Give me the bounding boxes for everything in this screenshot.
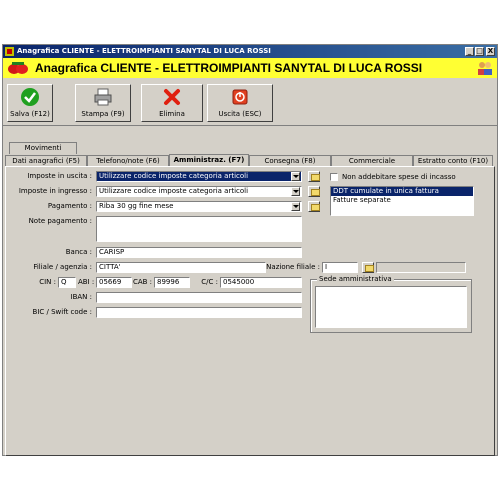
exit-label: Uscita (ESC): [218, 110, 262, 118]
power-icon: [232, 89, 248, 105]
delete-label: Elimina: [159, 110, 185, 118]
print-label: Stampa (F9): [81, 110, 125, 118]
abi-label: ABI :: [78, 278, 95, 286]
delete-button[interactable]: Elimina: [141, 84, 203, 122]
note-pagamento-label: Note pagamento :: [28, 217, 92, 225]
minimize-button[interactable]: _: [465, 47, 474, 56]
imposte-uscita-label: Imposte in uscita :: [27, 172, 92, 180]
banca-input[interactable]: CARISP: [96, 247, 302, 258]
banca-label: Banca :: [65, 248, 92, 256]
bic-label: BIC / Swift code :: [32, 308, 92, 316]
save-label: Salva (F12): [10, 110, 50, 118]
imposte-uscita-folder-icon[interactable]: [308, 171, 320, 182]
close-button[interactable]: X: [486, 47, 495, 56]
pagamento-label: Pagamento :: [47, 202, 92, 210]
delete-x-icon: [164, 89, 180, 105]
printer-icon: [94, 88, 112, 106]
imposte-ingresso-folder-icon[interactable]: [308, 186, 320, 197]
sede-amministrativa-textarea[interactable]: [315, 286, 467, 328]
nazione-filiale-folder-icon[interactable]: [362, 262, 374, 273]
non-addebitare-checkbox[interactable]: [330, 173, 338, 181]
application-window: Anagrafica CLIENTE - ELETTROIMPIANTI SAN…: [2, 44, 498, 456]
bic-input[interactable]: [96, 307, 302, 318]
imposte-ingresso-select[interactable]: Utilizzare codice imposte categoria arti…: [96, 186, 302, 197]
users-icon[interactable]: [477, 61, 493, 75]
nazione-filiale-description: [376, 262, 466, 273]
imposte-uscita-dropdown-button[interactable]: [291, 172, 300, 181]
imposte-uscita-select[interactable]: Utilizzare codice imposte categoria arti…: [96, 171, 302, 182]
header-banner: Anagrafica CLIENTE - ELETTROIMPIANTI SAN…: [3, 58, 497, 78]
cab-input[interactable]: 89996: [154, 277, 190, 288]
pagamento-folder-icon[interactable]: [308, 201, 320, 212]
title-bar: Anagrafica CLIENTE - ELETTROIMPIANTI SAN…: [3, 45, 497, 58]
nazione-filiale-label: Nazione filiale :: [266, 263, 320, 271]
window-title: Anagrafica CLIENTE - ELETTROIMPIANTI SAN…: [17, 47, 271, 55]
exit-button[interactable]: Uscita (ESC): [207, 84, 273, 122]
filiale-label: Filiale / agenzia :: [33, 263, 92, 271]
imposte-ingresso-label: Imposte in ingresso :: [18, 187, 92, 195]
iban-input[interactable]: [96, 292, 302, 303]
checkmark-icon: [21, 88, 39, 106]
fatturazione-listbox[interactable]: DDT cumulate in unica fattura Fatture se…: [330, 186, 474, 216]
cin-label: CIN :: [39, 278, 56, 286]
tab-movimenti[interactable]: Movimenti: [9, 142, 77, 154]
pagamento-select[interactable]: Riba 30 gg fine mese: [96, 201, 302, 212]
imposte-ingresso-dropdown-button[interactable]: [291, 187, 300, 196]
save-button[interactable]: Salva (F12): [7, 84, 53, 122]
strawberry-logo-icon: [8, 62, 28, 74]
sede-amministrativa-group: Sede amministrativa: [310, 275, 472, 333]
note-pagamento-textarea[interactable]: [96, 216, 302, 242]
nazione-filiale-input[interactable]: I: [322, 262, 358, 273]
sede-amministrativa-label: Sede amministrativa: [317, 275, 394, 283]
abi-input[interactable]: 05669: [96, 277, 132, 288]
print-button[interactable]: Stampa (F9): [75, 84, 131, 122]
iban-label: IBAN :: [70, 293, 92, 301]
list-item[interactable]: DDT cumulate in unica fattura: [331, 187, 473, 196]
list-item[interactable]: Fatture separate: [331, 196, 473, 205]
app-icon: [5, 47, 14, 56]
amministrazione-panel: Imposte in uscita : Utilizzare codice im…: [5, 166, 495, 456]
cc-label: C/C :: [201, 278, 218, 286]
header-title: Anagrafica CLIENTE - ELETTROIMPIANTI SAN…: [35, 61, 423, 75]
maximize-button[interactable]: □: [475, 47, 484, 56]
cin-input[interactable]: Q: [58, 277, 76, 288]
pagamento-dropdown-button[interactable]: [291, 202, 300, 211]
filiale-input[interactable]: CITTA': [96, 262, 266, 273]
cc-input[interactable]: 0545000: [220, 277, 302, 288]
toolbar: Salva (F12) Stampa (F9) Elimina Uscita (…: [3, 78, 497, 126]
cab-label: CAB :: [132, 278, 152, 286]
non-addebitare-label: Non addebitare spese di incasso: [342, 173, 456, 181]
